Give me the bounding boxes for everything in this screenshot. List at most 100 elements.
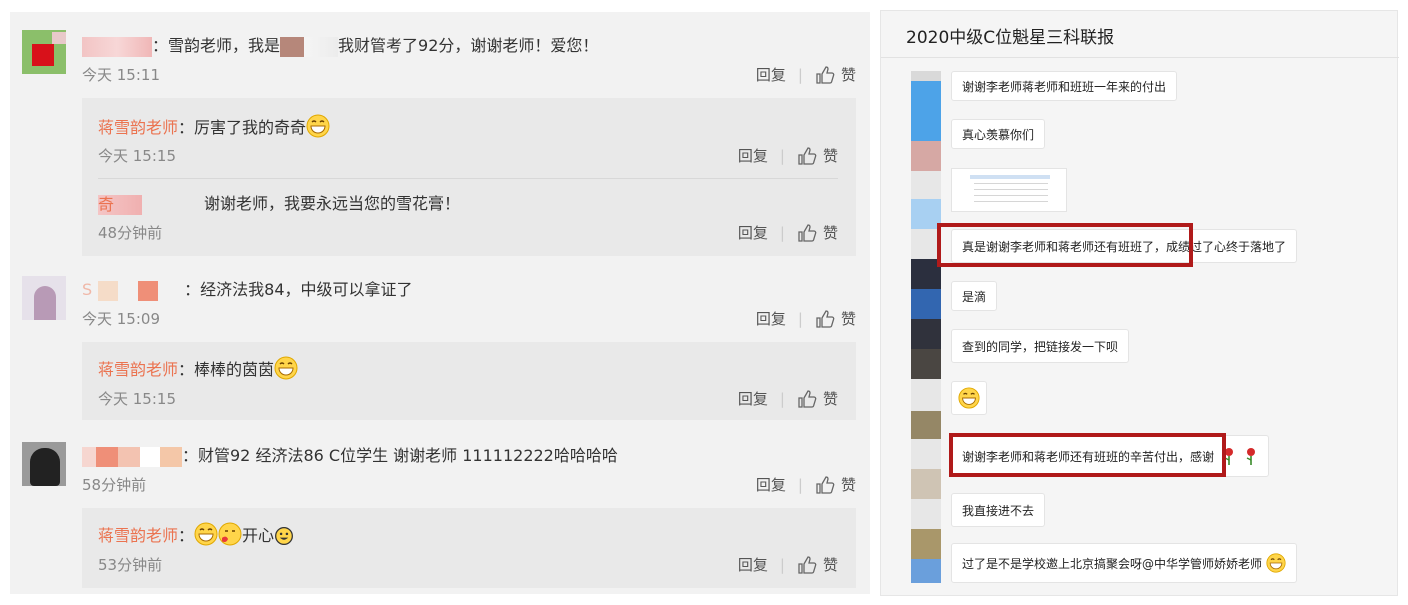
avatar[interactable] xyxy=(22,276,66,320)
thumbs-up-icon[interactable] xyxy=(797,223,817,243)
highlight-box xyxy=(949,433,1226,477)
reply-button[interactable]: 回复 xyxy=(756,474,786,495)
avatar[interactable] xyxy=(911,349,941,379)
reply-text: 蒋雪韵老师：棒棒的茵茵 xyxy=(98,356,298,380)
blurred-name xyxy=(142,195,204,215)
blurred-name xyxy=(158,281,184,301)
divider: | xyxy=(797,475,803,494)
chat-title: 2020中级C位魁星三科联报 xyxy=(906,28,1115,48)
reply-content: 开心 xyxy=(242,526,275,545)
comment-time: 58分钟前 xyxy=(82,476,147,494)
comment-item: S ：经济法我84，中级可以拿证了 今天 15:09 回复 | 赞 蒋雪韵老师：棒… xyxy=(10,262,870,430)
blurred-username: 奇 xyxy=(98,194,142,215)
colon: ： xyxy=(178,360,195,379)
blurred-name xyxy=(140,446,160,467)
reply-button[interactable]: 回复 xyxy=(738,388,768,409)
thumbs-up-icon[interactable] xyxy=(797,555,817,575)
chat-message: 谢谢李老师蒋老师和班班一年来的付出 xyxy=(951,71,1178,101)
avatar[interactable] xyxy=(911,289,941,319)
reply-button[interactable]: 回复 xyxy=(756,64,786,85)
avatar[interactable] xyxy=(911,529,941,559)
comment-actions: 回复 | 赞 xyxy=(756,64,856,85)
group-chat-panel: 2020中级C位魁星三科联报 谢谢李老师蒋老师和班班一年来的付出 真心羡慕你们 … xyxy=(880,10,1399,596)
blurred-name xyxy=(96,446,118,467)
comment-text: S ：经济法我84，中级可以拿证了 xyxy=(82,276,413,301)
like-button[interactable]: 赞 xyxy=(823,222,838,243)
blurred-name xyxy=(118,281,138,301)
avatar[interactable] xyxy=(911,559,941,583)
grin-emoji-icon xyxy=(274,356,298,380)
chat-message: 过了是不是学校邀上北京搞聚会呀@中华学管师娇娇老师 xyxy=(951,543,1298,583)
reply-button[interactable]: 回复 xyxy=(738,145,768,166)
blurred-name xyxy=(98,280,119,301)
blurred-username xyxy=(82,36,152,57)
reply-author[interactable]: 蒋雪韵老师 xyxy=(98,118,178,137)
chat-message: 真心羡慕你们 xyxy=(951,119,1046,149)
chat-message: 是滴 xyxy=(951,281,998,311)
thumbs-up-icon[interactable] xyxy=(815,475,835,495)
name-fragment: S xyxy=(82,280,93,299)
avatar-strip xyxy=(911,71,941,583)
reply-actions: 回复 | 赞 xyxy=(738,222,838,243)
blurred-name xyxy=(160,446,182,467)
like-button[interactable]: 赞 xyxy=(823,388,838,409)
reply-text: 蒋雪韵老师：厉害了我的奇奇 xyxy=(98,114,330,138)
reply-text: 蒋雪韵老师： 开心 xyxy=(98,522,294,546)
reply-time: 48分钟前 xyxy=(98,224,163,242)
image-message[interactable] xyxy=(951,168,1067,212)
divider xyxy=(881,57,1399,58)
like-button[interactable]: 赞 xyxy=(841,64,856,85)
avatar[interactable] xyxy=(911,319,941,349)
reply-author[interactable]: 蒋雪韵老师 xyxy=(98,526,178,545)
reply-time: 今天 15:15 xyxy=(98,147,176,165)
avatar[interactable] xyxy=(911,469,941,499)
thumbs-up-icon[interactable] xyxy=(815,309,835,329)
comment-item: ：雪韵老师，我是 我财管考了92分，谢谢老师！爱您！ 今天 15:11 回复 | … xyxy=(10,12,870,262)
colon: ： xyxy=(178,526,195,545)
reply-content: 棒棒的茵茵 xyxy=(194,360,275,379)
comment-text-part: 我财管考了92分，谢谢老师！爱您！ xyxy=(338,36,599,55)
avatar[interactable] xyxy=(911,141,941,171)
reply-content: 谢谢老师，我要永远当您的雪花膏！ xyxy=(204,194,461,213)
blurred-name xyxy=(82,446,96,467)
like-button[interactable]: 赞 xyxy=(841,474,856,495)
thumbs-up-icon[interactable] xyxy=(815,65,835,85)
name-fragment: 奇 xyxy=(98,194,115,214)
reply-time: 今天 15:15 xyxy=(98,390,176,408)
chat-message-text: 过了是不是学校邀上北京搞聚会呀@中华学管师娇娇老师 xyxy=(962,556,1263,571)
table-row xyxy=(974,201,1048,202)
colon: ： xyxy=(178,118,195,137)
reply-author[interactable]: 蒋雪韵老师 xyxy=(98,360,178,379)
kiss-emoji-icon xyxy=(218,522,242,546)
thumbs-up-icon[interactable] xyxy=(797,389,817,409)
table-row xyxy=(974,195,1048,196)
avatar[interactable] xyxy=(911,71,941,81)
reply-actions: 回复 | 赞 xyxy=(738,388,838,409)
grin-emoji-icon xyxy=(958,387,980,409)
like-button[interactable]: 赞 xyxy=(823,145,838,166)
comment-item: ：财管92 经济法86 C位学生 谢谢老师 111112222哈哈哈哈 58分钟… xyxy=(10,430,870,594)
divider: | xyxy=(779,555,785,574)
avatar[interactable] xyxy=(911,411,941,439)
thumbs-up-icon[interactable] xyxy=(797,146,817,166)
reply-button[interactable]: 回复 xyxy=(738,222,768,243)
divider: | xyxy=(797,309,803,328)
avatar[interactable] xyxy=(911,81,941,141)
table-row xyxy=(974,189,1048,190)
avatar[interactable] xyxy=(22,30,66,74)
table-header-strip xyxy=(970,175,1050,179)
comment-time: 今天 15:11 xyxy=(82,66,160,84)
reply-box: 蒋雪韵老师： 开心 53分钟前 回复 | 赞 xyxy=(82,508,856,588)
reply-button[interactable]: 回复 xyxy=(756,308,786,329)
like-button[interactable]: 赞 xyxy=(841,308,856,329)
avatar[interactable] xyxy=(22,442,66,486)
table-row xyxy=(974,183,1048,184)
blurred-name xyxy=(138,280,159,301)
reply-content: 厉害了我的奇奇 xyxy=(194,118,307,137)
like-button[interactable]: 赞 xyxy=(823,554,838,575)
comment-text-part: ：雪韵老师，我是 xyxy=(152,36,281,55)
reply-button[interactable]: 回复 xyxy=(738,554,768,575)
reply-box: 蒋雪韵老师：棒棒的茵茵 今天 15:15 回复 | 赞 xyxy=(82,342,856,420)
blurred-name xyxy=(280,36,305,57)
grin-emoji-icon xyxy=(194,522,218,546)
